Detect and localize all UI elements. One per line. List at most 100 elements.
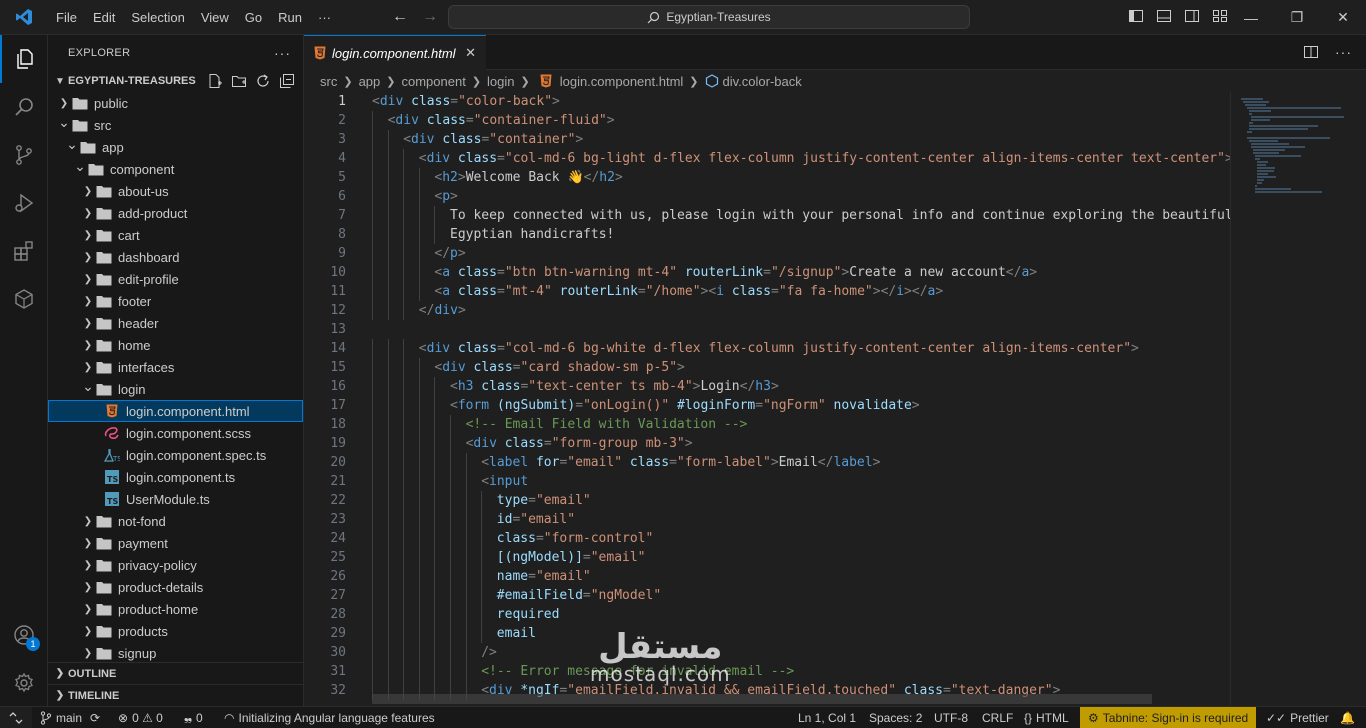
tree-folder[interactable]: ❯ edit-profile bbox=[48, 268, 303, 290]
customize-layout-icon[interactable] bbox=[1212, 8, 1228, 24]
back-arrow-icon[interactable]: ← bbox=[392, 8, 408, 26]
breadcrumb-component[interactable]: component bbox=[401, 74, 465, 89]
code-token: routerLink bbox=[677, 265, 764, 280]
encoding[interactable]: UTF-8 bbox=[934, 707, 968, 728]
tree-folder[interactable]: ⌄ app bbox=[48, 136, 303, 158]
indent-guide bbox=[450, 529, 451, 548]
tree-folder[interactable]: ❯ footer bbox=[48, 290, 303, 312]
code-editor[interactable]: 1 <div class="color-back"> 2 <div class="co… bbox=[304, 92, 1230, 706]
code-token: > bbox=[614, 170, 623, 185]
task-progress[interactable]: ◠ Initializing Angular language features bbox=[224, 707, 435, 728]
editor-more-icon[interactable]: ··· bbox=[1335, 44, 1352, 60]
minimize-icon[interactable]: — bbox=[1228, 0, 1274, 35]
code-token: "/signup" bbox=[770, 265, 842, 280]
tree-file[interactable]: TS login.component.ts bbox=[48, 466, 303, 488]
tree-folder[interactable]: ⌄ src bbox=[48, 114, 303, 136]
line-number: 29 bbox=[330, 626, 346, 641]
command-center-search[interactable]: Egyptian-Treasures bbox=[448, 5, 970, 29]
horizontal-scrollbar[interactable] bbox=[372, 694, 1152, 704]
menu-edit[interactable]: Edit bbox=[85, 10, 123, 25]
split-editor-icon[interactable] bbox=[1303, 44, 1319, 60]
indentation[interactable]: Spaces: 2 bbox=[869, 707, 922, 728]
breadcrumb-app[interactable]: app bbox=[359, 74, 381, 89]
cursor-position[interactable]: Ln 1, Col 1 bbox=[798, 707, 856, 728]
code-text: <h3 class="text-center ts mb-4">Login</h… bbox=[450, 377, 779, 396]
explorer-icon[interactable] bbox=[0, 35, 48, 83]
project-header[interactable]: ▼ EGYPTIAN-TREASURES bbox=[48, 70, 303, 92]
toggle-panel-icon[interactable] bbox=[1156, 8, 1172, 24]
settings-gear-icon[interactable] bbox=[0, 659, 48, 707]
problems-indicator[interactable]: ⊗ 0 ⚠ 0 bbox=[118, 707, 163, 728]
tree-file[interactable]: login.component.html bbox=[48, 400, 303, 422]
new-file-icon[interactable] bbox=[207, 73, 223, 89]
tree-folder[interactable]: ⌄ login bbox=[48, 378, 303, 400]
tabnine-status[interactable]: ⚙ Tabnine: Sign-in is required bbox=[1080, 707, 1257, 728]
tree-file[interactable]: login.component.scss bbox=[48, 422, 303, 444]
forward-arrow-icon[interactable]: → bbox=[422, 8, 438, 26]
tree-folder[interactable]: ❯ product-home bbox=[48, 598, 303, 620]
explorer-more-icon[interactable]: ··· bbox=[274, 45, 291, 61]
timeline-section[interactable]: ❯ TIMELINE bbox=[48, 684, 303, 706]
code-token: h3 bbox=[755, 379, 771, 394]
menu-more[interactable]: ··· bbox=[310, 10, 339, 25]
line-ending[interactable]: CRLF bbox=[982, 707, 1013, 728]
minimap-line bbox=[1249, 113, 1252, 115]
language-mode[interactable]: {} HTML bbox=[1024, 707, 1069, 728]
ports-indicator[interactable]: ❠ 0 bbox=[184, 707, 203, 728]
indent-guide bbox=[387, 529, 389, 548]
source-control-icon[interactable] bbox=[0, 131, 48, 179]
extensions-icon[interactable] bbox=[0, 227, 48, 275]
menu-run[interactable]: Run bbox=[270, 10, 310, 25]
menu-go[interactable]: Go bbox=[237, 10, 270, 25]
tree-label: about-us bbox=[118, 183, 169, 199]
indent-guide bbox=[372, 605, 373, 624]
tree-folder[interactable]: ❯ public bbox=[48, 92, 303, 114]
tree-folder[interactable]: ❯ privacy-policy bbox=[48, 554, 303, 576]
tree-folder[interactable]: ❯ signup bbox=[48, 642, 303, 664]
indent-guide bbox=[387, 415, 389, 434]
branch-indicator[interactable]: main ⟳ bbox=[40, 707, 100, 728]
menu-view[interactable]: View bbox=[193, 10, 237, 25]
collapse-all-icon[interactable] bbox=[279, 73, 295, 89]
tree-folder[interactable]: ❯ cart bbox=[48, 224, 303, 246]
minimap[interactable] bbox=[1230, 92, 1352, 706]
menu-file[interactable]: File bbox=[48, 10, 85, 25]
close-icon[interactable]: ✕ bbox=[1320, 0, 1366, 35]
toggle-secondary-sidebar-icon[interactable] bbox=[1184, 8, 1200, 24]
new-folder-icon[interactable] bbox=[231, 73, 247, 89]
code-token: "/home" bbox=[645, 284, 701, 299]
tree-folder[interactable]: ⌄ component bbox=[48, 158, 303, 180]
tree-folder[interactable]: ❯ about-us bbox=[48, 180, 303, 202]
tree-file[interactable]: TS UserModule.ts bbox=[48, 488, 303, 510]
chevron-right-icon: ❯ bbox=[386, 75, 396, 88]
vertical-scrollbar[interactable] bbox=[1352, 92, 1366, 706]
run-debug-icon[interactable] bbox=[0, 179, 48, 227]
notifications-bell-icon[interactable]: 🔔 bbox=[1340, 707, 1355, 728]
tree-folder[interactable]: ❯ products bbox=[48, 620, 303, 642]
tree-folder[interactable]: ❯ payment bbox=[48, 532, 303, 554]
restore-icon[interactable]: ❐ bbox=[1274, 0, 1320, 35]
accounts-icon[interactable]: 1 bbox=[0, 611, 48, 659]
menu-selection[interactable]: Selection bbox=[123, 10, 192, 25]
breadcrumb-src[interactable]: src bbox=[320, 74, 337, 89]
tab-close-icon[interactable]: ✕ bbox=[465, 45, 476, 61]
remote-explorer-icon[interactable] bbox=[0, 275, 48, 323]
tree-folder[interactable]: ❯ add-product bbox=[48, 202, 303, 224]
tree-folder[interactable]: ❯ not-fond bbox=[48, 510, 303, 532]
tree-folder[interactable]: ❯ header bbox=[48, 312, 303, 334]
breadcrumb-symbol[interactable]: div.color-back bbox=[723, 74, 802, 89]
tree-folder[interactable]: ❯ interfaces bbox=[48, 356, 303, 378]
tab-login-component-html[interactable]: login.component.html ✕ bbox=[304, 35, 486, 70]
toggle-sidebar-icon[interactable] bbox=[1128, 8, 1144, 24]
search-view-icon[interactable] bbox=[0, 83, 48, 131]
refresh-icon[interactable] bbox=[255, 73, 271, 89]
tree-folder[interactable]: ❯ dashboard bbox=[48, 246, 303, 268]
prettier-status[interactable]: ✓✓ Prettier bbox=[1266, 707, 1329, 728]
breadcrumb-file[interactable]: login.component.html bbox=[560, 74, 684, 89]
outline-section[interactable]: ❯ OUTLINE bbox=[48, 662, 303, 684]
tree-file[interactable]: TS login.component.spec.ts bbox=[48, 444, 303, 466]
remote-indicator-icon[interactable] bbox=[0, 707, 32, 728]
tree-folder[interactable]: ❯ home bbox=[48, 334, 303, 356]
tree-folder[interactable]: ❯ product-details bbox=[48, 576, 303, 598]
breadcrumb-login[interactable]: login bbox=[487, 74, 514, 89]
